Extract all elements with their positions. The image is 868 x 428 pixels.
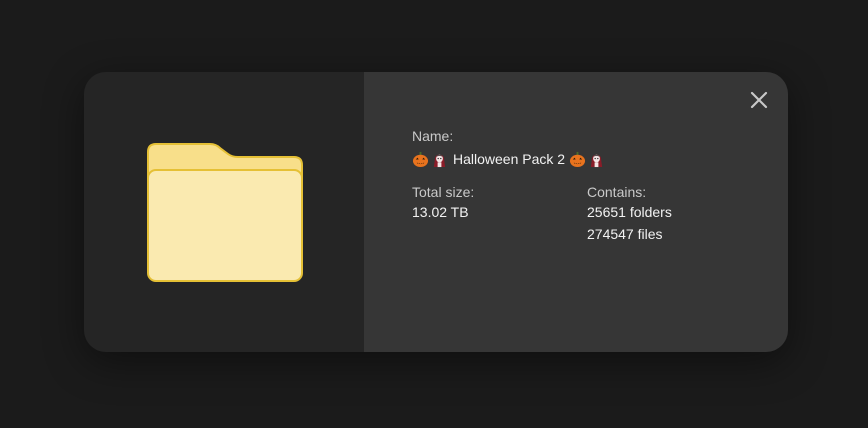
preview-pane bbox=[84, 72, 364, 352]
contains-section: Contains: 25651 folders 274547 files bbox=[587, 183, 672, 245]
pumpkin-icon bbox=[412, 151, 429, 167]
total-size-section: Total size: 13.02 TB bbox=[412, 183, 474, 223]
folder-properties-dialog: Name: Halloween Pack 2 Total size: 13.02… bbox=[84, 72, 788, 352]
folder-name: Halloween Pack 2 bbox=[453, 151, 566, 167]
name-section: Name: Halloween Pack 2 bbox=[412, 127, 607, 171]
folders-count: 25651 folders bbox=[587, 204, 672, 220]
close-button[interactable] bbox=[748, 89, 770, 111]
pumpkin-icon bbox=[570, 151, 586, 167]
close-icon bbox=[750, 91, 768, 109]
vampire-icon bbox=[590, 154, 603, 167]
details-pane: Name: Halloween Pack 2 Total size: 13.02… bbox=[364, 72, 788, 352]
name-row: Halloween Pack 2 bbox=[412, 147, 607, 171]
total-size-label: Total size: bbox=[412, 184, 475, 200]
folder-icon bbox=[147, 143, 303, 282]
total-size-value: 13.02 TB bbox=[412, 204, 469, 220]
files-count: 274547 files bbox=[587, 226, 663, 242]
contains-label: Contains: bbox=[587, 184, 647, 200]
name-label: Name: bbox=[412, 128, 454, 144]
vampire-icon bbox=[433, 154, 446, 167]
